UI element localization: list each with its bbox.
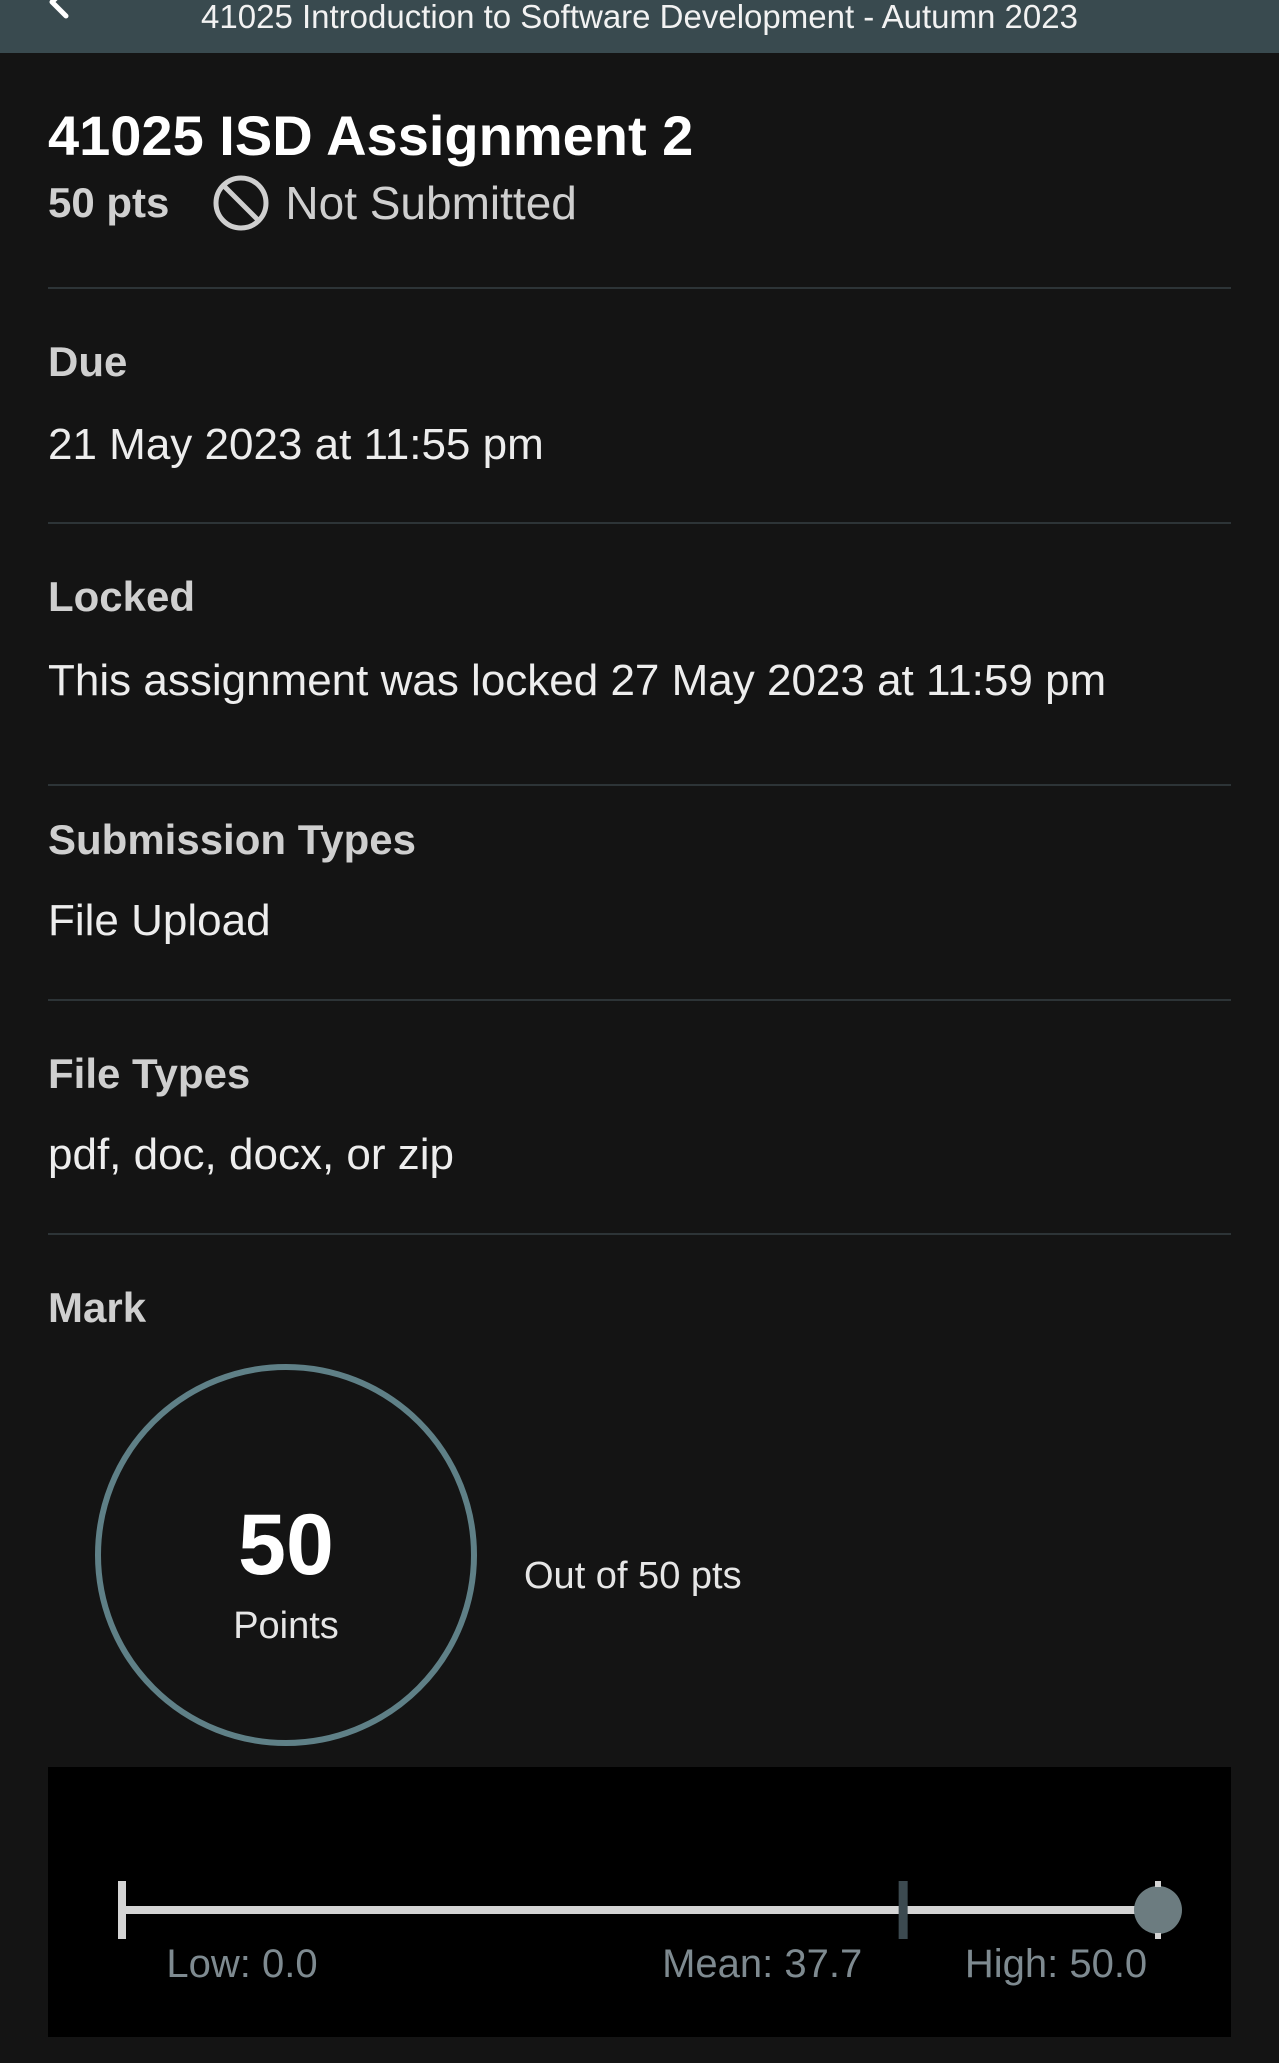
points-value: 50 pts <box>48 179 170 226</box>
mean-score-label: Mean: 37.7 <box>662 1942 863 1986</box>
low-score-label: Low: 0.0 <box>166 1942 318 1986</box>
divider <box>48 999 1231 1001</box>
due-label: Due <box>48 338 128 385</box>
top-bar: 41025 Introduction to Software Developme… <box>0 0 1279 53</box>
due-date: 21 May 2023 at 11:55 pm <box>48 420 544 469</box>
high-score-label: High: 50.0 <box>964 1942 1148 1986</box>
assignment-meta: 50 pts Not Submitted <box>48 175 577 231</box>
divider <box>48 1233 1231 1235</box>
out-of-points: Out of 50 pts <box>524 1555 742 1597</box>
submission-types-label: Submission Types <box>48 816 416 863</box>
grade-statistics <box>48 1767 1231 2037</box>
status-text: Not Submitted <box>285 177 577 229</box>
not-allowed-icon <box>213 175 269 231</box>
your-score-marker <box>1134 1886 1182 1934</box>
locked-label: Locked <box>48 573 196 620</box>
submission-types-value: File Upload <box>48 896 271 945</box>
score-distribution-bar <box>118 1881 1182 1939</box>
submission-status: Not Submitted <box>211 173 577 233</box>
locked-date: This assignment was locked 27 May 2023 a… <box>48 656 1107 705</box>
course-title: 41025 Introduction to Software Developme… <box>201 0 1078 35</box>
score-unit: Points <box>233 1605 339 1647</box>
divider <box>48 522 1231 524</box>
file-types-label: File Types <box>48 1050 251 1097</box>
mark-label: Mark <box>48 1284 147 1331</box>
file-types-value: pdf, doc, docx, or zip <box>48 1130 454 1179</box>
divider <box>48 784 1231 786</box>
score-value: 50 <box>238 1497 334 1593</box>
divider <box>48 287 1231 289</box>
assignment-title: 41025 ISD Assignment 2 <box>48 104 694 167</box>
